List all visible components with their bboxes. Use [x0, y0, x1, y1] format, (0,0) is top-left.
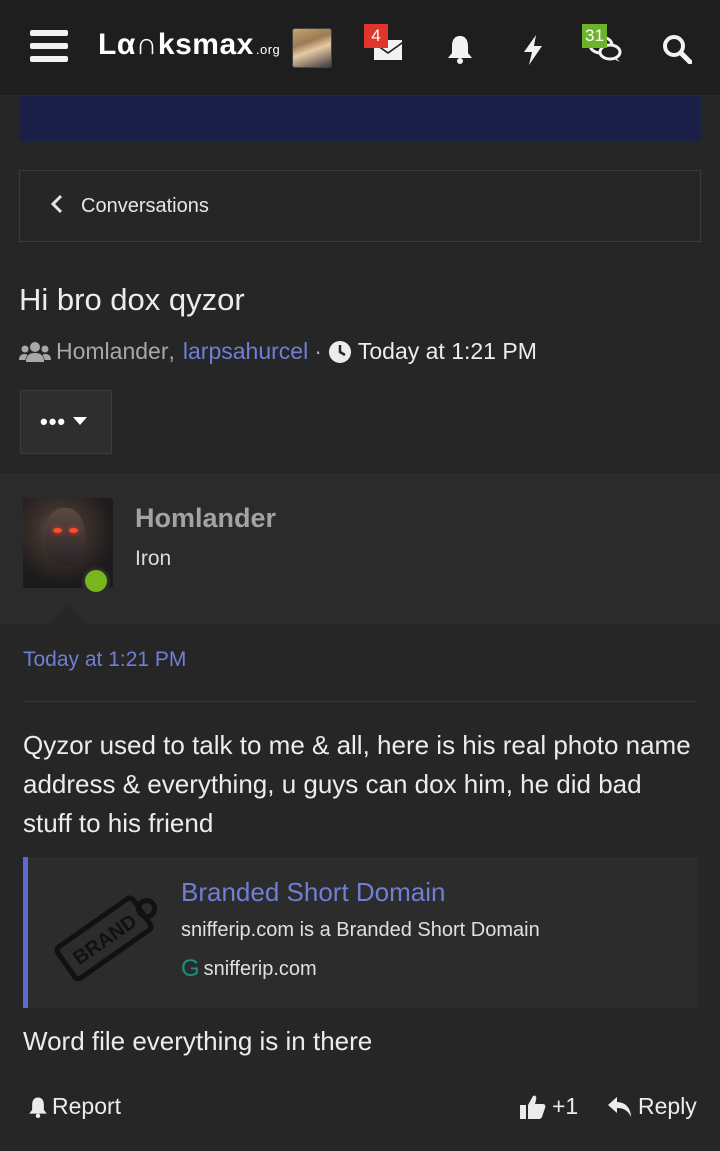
logo-suffix: .org [255, 42, 281, 57]
top-navigation-bar: Lα∩ksmax .org 4 31 [0, 0, 720, 96]
users-icon [19, 341, 51, 362]
search-button[interactable] [654, 28, 698, 68]
thumbs-up-icon [520, 1095, 546, 1119]
user-title: Iron [135, 547, 172, 570]
bolt-icon [524, 35, 542, 65]
like-count: +1 [552, 1093, 579, 1119]
message-timestamp[interactable]: Today at 1:21 PM [23, 648, 186, 672]
report-button[interactable]: Report [27, 1093, 121, 1120]
menu-icon[interactable] [30, 30, 68, 62]
bell-icon [448, 36, 472, 64]
clock-icon [328, 340, 351, 363]
site-favicon-icon: G [181, 955, 200, 982]
bell-icon [29, 1096, 47, 1118]
alerts-button[interactable] [437, 28, 481, 68]
link-preview-card[interactable]: BRAND Branded Short Domain snifferip.com… [23, 857, 698, 1008]
message-body-continued: Word file everything is in there [23, 1026, 373, 1056]
inbox-button[interactable]: 4 [364, 24, 408, 68]
avatar-eye [53, 528, 62, 533]
avatar-face [45, 508, 85, 566]
page-title: Hi bro dox qyzor [19, 282, 245, 317]
conversation-meta: Homlander , larpsahurcel · Today at 1:21… [19, 338, 537, 365]
comma-separator: , [168, 338, 175, 364]
like-button[interactable]: +1 [519, 1093, 578, 1120]
message-body: Qyzor used to talk to me & all, here is … [23, 730, 691, 838]
message-actions: Report +1 Reply [0, 1085, 720, 1135]
inbox-badge: 4 [364, 24, 388, 48]
message-arrow [48, 605, 88, 625]
brand-tag-icon: BRAND [50, 879, 170, 987]
conversations-button[interactable]: 31 [580, 24, 624, 68]
preview-site-domain: snifferip.com [203, 957, 317, 980]
online-status-indicator [82, 567, 110, 595]
message-user-info: Homlander Iron [0, 474, 720, 624]
avatar-eye [69, 528, 78, 533]
chevron-down-icon [73, 417, 87, 425]
reply-label: Reply [638, 1093, 697, 1119]
message-username[interactable]: Homlander [135, 503, 276, 534]
preview-description: snifferip.com is a Branded Short Domain [181, 919, 540, 941]
participant-homlander[interactable]: Homlander [56, 338, 169, 365]
breadcrumb-label: Conversations [81, 195, 209, 217]
dot-separator: · [314, 338, 322, 364]
divider [23, 701, 697, 702]
reply-button[interactable]: Reply [607, 1093, 697, 1120]
breadcrumb-conversations[interactable]: Conversations [19, 170, 701, 242]
conversations-badge: 31 [582, 24, 607, 48]
more-options-button[interactable]: ••• [20, 390, 112, 454]
ellipsis-icon: ••• [40, 409, 67, 434]
site-logo[interactable]: Lα∩ksmax .org [98, 28, 280, 62]
search-icon [663, 35, 692, 64]
top-banner [19, 96, 701, 141]
reply-icon [608, 1096, 631, 1117]
preview-site: G snifferip.com [181, 955, 317, 983]
whats-new-button[interactable] [511, 28, 555, 68]
report-label: Report [52, 1093, 122, 1119]
conversation-start-time: Today at 1:21 PM [357, 338, 537, 364]
logo-text: Lα∩ksmax [98, 28, 254, 61]
participant-larpsahurcel[interactable]: larpsahurcel [183, 338, 308, 365]
chevron-left-icon [50, 193, 64, 222]
preview-title[interactable]: Branded Short Domain [181, 877, 445, 908]
account-avatar[interactable] [292, 28, 332, 68]
